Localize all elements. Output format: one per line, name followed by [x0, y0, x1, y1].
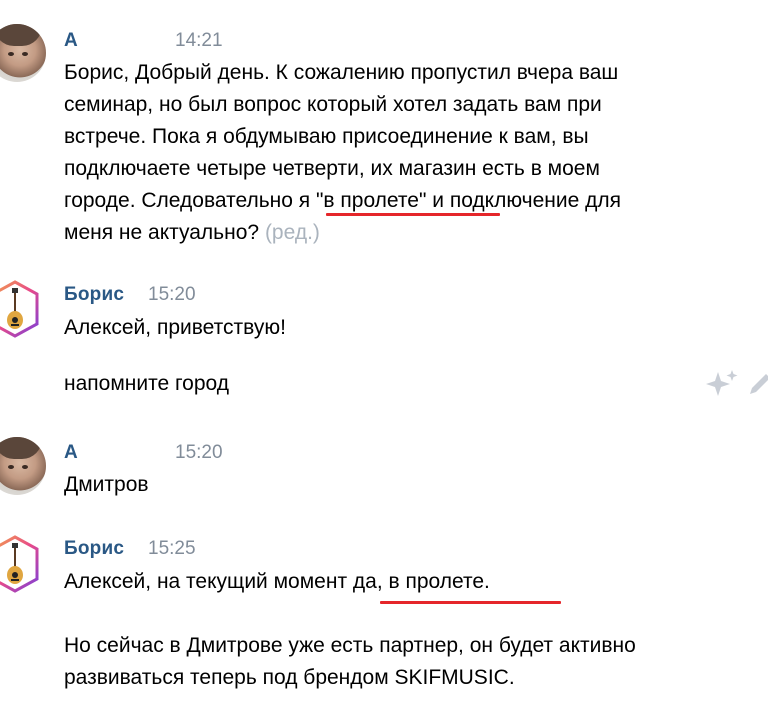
- guitar-hexagon-avatar-icon: [0, 280, 39, 338]
- message-time: 15:25: [148, 538, 196, 559]
- sparkle-icon[interactable]: [706, 370, 738, 396]
- author-name[interactable]: Борис: [64, 284, 124, 306]
- edited-label[interactable]: (ред.): [265, 221, 320, 244]
- message-line-1: Алексей, приветствую!: [64, 316, 286, 339]
- author-name[interactable]: Борис: [64, 538, 124, 560]
- message-actions: [700, 366, 768, 402]
- message-line-2: семинар, но был вопрос который хотел зад…: [64, 93, 602, 116]
- message-line-1: напомните город: [64, 372, 230, 395]
- message-line-3: встрече. Пока я обдумываю присоединение …: [64, 125, 589, 148]
- red-underline-2: [380, 601, 561, 604]
- message-line-1: Борис, Добрый день. К сожалению пропусти…: [64, 61, 619, 84]
- author-name[interactable]: А: [64, 30, 78, 52]
- avatar-boris[interactable]: [0, 280, 40, 338]
- message-line-1: Дмитров: [64, 473, 149, 496]
- guitar-hexagon-avatar-icon: [0, 535, 39, 593]
- avatar-boris[interactable]: [0, 535, 40, 593]
- avatar-a[interactable]: [0, 24, 46, 82]
- message-time: 14:21: [175, 30, 223, 51]
- message-line-1: Алексей, на текущий момент да, в пролете…: [64, 570, 490, 593]
- message-time: 15:20: [148, 284, 196, 305]
- message-line-3: Но сейчас в Дмитрове уже есть партнер, о…: [64, 634, 636, 657]
- chat-history: А 14:21 Борис, Добрый день. К сожалению …: [0, 0, 768, 710]
- message-line-4: развиваться теперь под брендом SKIFMUSIC…: [64, 666, 515, 689]
- avatar-eye-left: [8, 52, 14, 56]
- avatar-a[interactable]: [0, 437, 46, 495]
- message-time: 15:20: [175, 442, 223, 463]
- pencil-icon[interactable]: [750, 374, 768, 394]
- message-line-4: подключаете четыре четверти, их магазин …: [64, 157, 600, 180]
- avatar-eye-right: [22, 52, 28, 56]
- avatar-hair: [0, 437, 42, 459]
- author-name[interactable]: А: [64, 442, 78, 464]
- avatar-eye-left: [8, 465, 14, 469]
- avatar-eye-right: [22, 465, 28, 469]
- message-line-6-text: меня не актуально?: [64, 221, 260, 244]
- message-actions-svg: [706, 370, 768, 396]
- message-line-6: меня не актуально? (ред.): [64, 217, 320, 249]
- red-underline-1: [326, 213, 500, 216]
- avatar-hair: [0, 24, 42, 46]
